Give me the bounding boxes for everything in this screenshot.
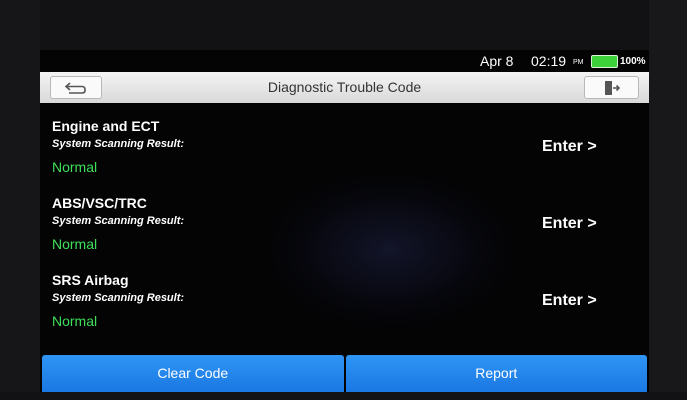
- status-bar: Apr 8 02:19 PM 100%: [40, 50, 649, 72]
- exit-icon: [604, 80, 620, 95]
- bottom-toolbar: Clear Code Report: [42, 355, 647, 392]
- device-bezel-right: [649, 0, 687, 400]
- system-status: Normal: [52, 159, 98, 175]
- device-bezel-top: [0, 0, 687, 50]
- exit-button[interactable]: [584, 76, 639, 99]
- status-time: 02:19: [531, 53, 567, 69]
- page-title: Diagnostic Trouble Code: [267, 79, 422, 95]
- enter-button-engine[interactable]: Enter >: [542, 138, 597, 156]
- system-name: ABS/VSC/TRC: [52, 195, 147, 211]
- battery-icon: [591, 55, 618, 68]
- device-bezel-bottom: [0, 392, 687, 400]
- enter-button-srs[interactable]: Enter >: [542, 292, 597, 310]
- device-screen: Apr 8 02:19 PM 100% Diagnostic Trouble C…: [40, 50, 649, 392]
- system-name: SRS Airbag: [52, 272, 129, 288]
- clear-code-button[interactable]: Clear Code: [42, 355, 344, 392]
- back-arrow-icon: [64, 81, 86, 94]
- system-subtitle: System Scanning Result:: [52, 138, 185, 150]
- system-item-srs: SRS Airbag System Scanning Result: Norma…: [40, 272, 649, 348]
- report-button[interactable]: Report: [345, 355, 647, 392]
- status-ampm: PM: [573, 59, 584, 66]
- status-date: Apr 8: [480, 53, 514, 69]
- device-bezel-left: [0, 0, 40, 400]
- title-bar: Diagnostic Trouble Code: [40, 72, 649, 103]
- system-subtitle: System Scanning Result:: [52, 215, 185, 227]
- system-status: Normal: [52, 236, 98, 252]
- system-item-abs: ABS/VSC/TRC System Scanning Result: Norm…: [40, 195, 649, 271]
- system-status: Normal: [52, 313, 98, 329]
- battery-percent: 100%: [620, 56, 646, 67]
- system-name: Engine and ECT: [52, 118, 160, 134]
- system-item-engine: Engine and ECT System Scanning Result: N…: [40, 118, 649, 194]
- enter-button-abs[interactable]: Enter >: [542, 215, 597, 233]
- back-button[interactable]: [50, 76, 102, 99]
- system-subtitle: System Scanning Result:: [52, 292, 185, 304]
